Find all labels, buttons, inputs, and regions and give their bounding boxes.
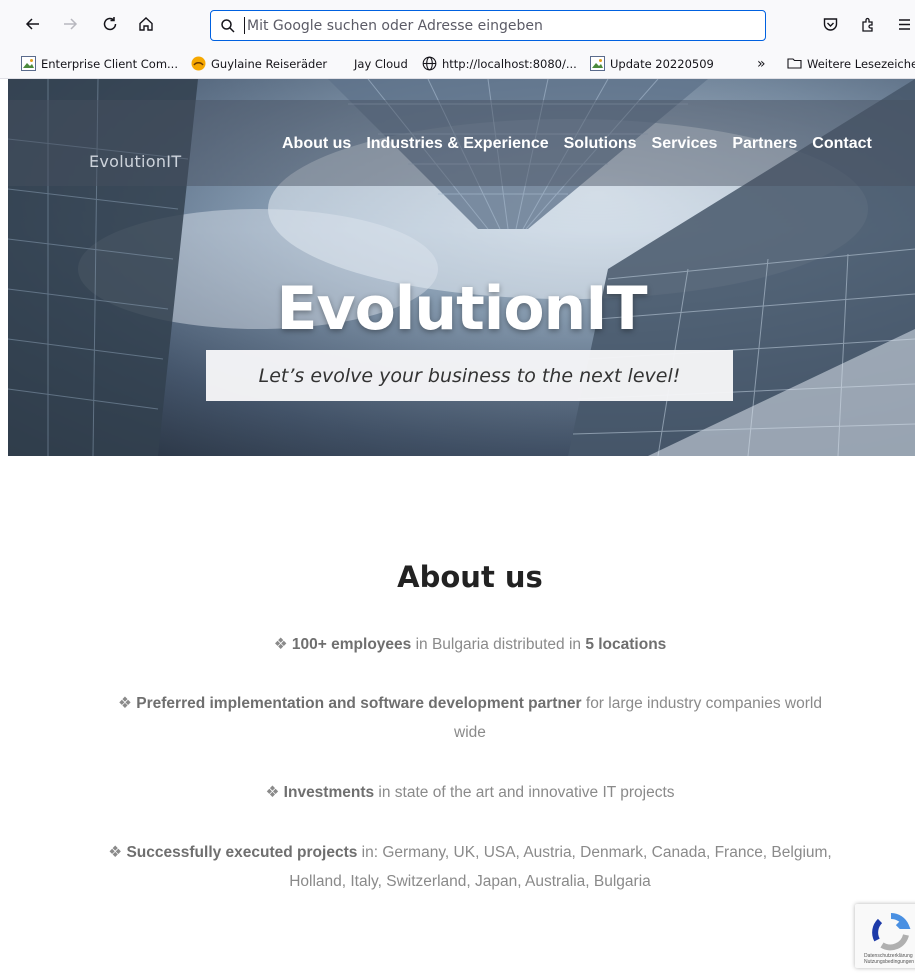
main-nav: About us Industries & Experience Solutio… — [282, 135, 872, 153]
about-bold: Preferred implementation and software de… — [136, 695, 582, 712]
about-text: wide — [454, 724, 486, 741]
address-bar[interactable]: Mit Google suchen oder Adresse eingeben — [210, 10, 766, 41]
chevron-double-right-icon: » — [757, 55, 766, 72]
back-button[interactable] — [20, 11, 46, 37]
bookmark-label: Weitere Lesezeichen — [807, 56, 915, 71]
extensions-button[interactable] — [856, 12, 880, 36]
address-placeholder: Mit Google suchen oder Adresse eingeben — [247, 17, 543, 34]
nav-solutions[interactable]: Solutions — [564, 135, 637, 153]
bookmark-localhost[interactable]: http://localhost:8080/... — [422, 55, 577, 72]
arrow-right-icon — [64, 18, 78, 30]
nav-about-us[interactable]: About us — [282, 135, 351, 153]
tagline-text: Let’s evolve your business to the next l… — [258, 364, 681, 387]
bookmark-label: http://localhost:8080/... — [442, 56, 577, 71]
bullet-icon: ❖ — [273, 636, 288, 653]
pocket-icon — [823, 17, 837, 31]
bookmark-jay-cloud[interactable]: Jay Cloud — [354, 55, 408, 72]
home-button[interactable] — [133, 11, 159, 37]
bookmarks-toolbar: Enterprise Client Com... Guylaine Reiser… — [0, 48, 915, 79]
nav-contact[interactable]: Contact — [812, 135, 872, 153]
browser-toolbar: Mit Google suchen oder Adresse eingeben — [0, 0, 915, 48]
nav-industries[interactable]: Industries & Experience — [366, 135, 548, 153]
bookmarks-overflow-button[interactable]: » — [757, 55, 766, 72]
about-heading: About us — [397, 560, 543, 594]
site-logo[interactable]: EvolutionIT — [89, 152, 181, 171]
bookmark-label: Update 20220509 — [610, 56, 714, 71]
text-caret — [244, 17, 245, 34]
bullet-icon: ❖ — [118, 695, 132, 712]
image-favicon-icon — [21, 56, 36, 71]
about-bold: Investments — [283, 784, 375, 801]
about-text: for large industry companies world — [581, 695, 822, 712]
recaptcha-badge[interactable]: Datenschutzerklärung Nutzungsbedingungen — [855, 904, 915, 968]
hero-title: EvolutionIT — [276, 274, 647, 344]
reload-button[interactable] — [97, 11, 123, 37]
terms-link[interactable]: Nutzungsbedingungen — [864, 959, 914, 965]
recaptcha-legal[interactable]: Datenschutzerklärung Nutzungsbedingungen — [864, 953, 914, 965]
menu-button[interactable] — [892, 12, 915, 36]
bookmark-update[interactable]: Update 20220509 — [590, 55, 714, 72]
bullet-icon: ❖ — [108, 844, 123, 861]
about-bold: 100+ employees — [291, 636, 412, 653]
image-favicon-icon — [590, 56, 605, 71]
other-bookmarks-folder[interactable]: Weitere Lesezeichen — [787, 55, 915, 72]
about-point-partner: ❖ Preferred implementation and software … — [60, 689, 880, 747]
tagline-box: Let’s evolve your business to the next l… — [206, 350, 733, 401]
about-text: in: Germany, UK, USA, Austria, Denmark, … — [357, 844, 832, 861]
about-bold: 5 locations — [585, 636, 667, 653]
bike-favicon-icon — [191, 56, 206, 71]
recaptcha-icon — [872, 913, 911, 951]
hero-section: EvolutionIT About us Industries & Experi… — [8, 79, 915, 456]
nav-services[interactable]: Services — [652, 135, 718, 153]
search-icon — [221, 18, 235, 33]
about-bold: Successfully executed projects — [126, 844, 358, 861]
bookmark-enterprise-client[interactable]: Enterprise Client Com... — [21, 55, 178, 72]
pocket-button[interactable] — [818, 12, 842, 36]
bookmark-label: Guylaine Reiseräder — [211, 56, 328, 71]
about-text: Holland, Italy, Switzerland, Japan, Aust… — [289, 873, 651, 890]
forward-button[interactable] — [57, 11, 83, 37]
arrow-left-icon — [25, 18, 39, 30]
about-point-projects: ❖ Successfully executed projects in: Ger… — [60, 838, 880, 896]
globe-icon — [422, 56, 437, 71]
about-text: in Bulgaria distributed in — [411, 636, 586, 653]
folder-icon — [787, 58, 802, 69]
about-point-employees: ❖ 100+ employees in Bulgaria distributed… — [0, 630, 915, 659]
bookmark-label: Enterprise Client Com... — [41, 56, 178, 71]
bookmark-guylaine[interactable]: Guylaine Reiseräder — [191, 55, 327, 72]
puzzle-icon — [861, 17, 873, 32]
bullet-icon: ❖ — [265, 784, 280, 801]
about-text: in state of the art and innovative IT pr… — [374, 784, 675, 801]
nav-partners[interactable]: Partners — [732, 135, 797, 153]
about-point-investments: ❖ Investments in state of the art and in… — [0, 778, 915, 807]
home-icon — [139, 17, 153, 31]
reload-icon — [103, 17, 117, 31]
hamburger-icon — [898, 18, 910, 30]
bookmark-label: Jay Cloud — [354, 56, 408, 71]
